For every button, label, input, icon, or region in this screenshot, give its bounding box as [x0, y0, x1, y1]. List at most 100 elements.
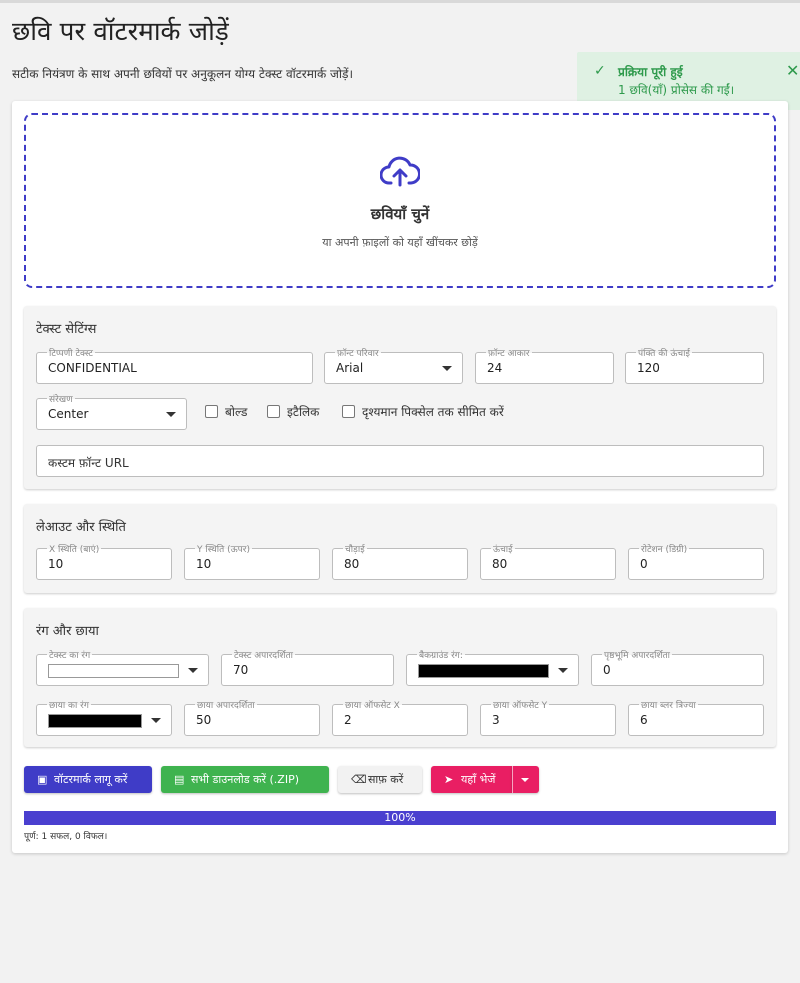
field-label: संरेखण	[47, 392, 75, 405]
page-title: छवि पर वॉटरमार्क जोड़ें	[12, 17, 229, 47]
dropzone-title: छवियाँ चुनें	[370, 205, 430, 223]
field-label: बैकग्राउंड रंग:	[417, 648, 465, 661]
x-position-field[interactable]: X स्थिति (बाएं) 10	[36, 542, 172, 580]
field-label: छाया ब्लर त्रिज्या	[639, 698, 698, 711]
button-label: यहाँ भेजें	[461, 773, 496, 786]
text-settings-section: टेक्स्ट सेटिंग्स टिप्पणी टेक्स्ट CONFIDE…	[24, 306, 776, 489]
comment-text-field[interactable]: टिप्पणी टेक्स्ट CONFIDENTIAL	[36, 346, 313, 384]
font-size-field[interactable]: फ़ॉन्ट आकार 24	[475, 346, 614, 384]
main-card: छवियाँ चुनें या अपनी फ़ाइलों को यहाँ खीं…	[12, 101, 788, 853]
download-zip-button[interactable]: ▤ सभी डाउनलोड करें (.ZIP)	[161, 766, 329, 793]
field-label: Y स्थिति (ऊपर)	[195, 542, 252, 555]
field-label: रोटेशन (डिग्री)	[639, 542, 690, 555]
chevron-down-icon	[188, 668, 198, 673]
shadow-offset-x-field[interactable]: छाया ऑफसेट X 2	[332, 698, 468, 736]
height-field[interactable]: ऊंचाई 80	[480, 542, 616, 580]
checkbox-box[interactable]	[205, 405, 218, 418]
background-opacity-field[interactable]: पृष्ठभूमि अपारदर्शिता 0	[591, 648, 764, 686]
top-border	[0, 0, 800, 3]
file-dropzone[interactable]: छवियाँ चुनें या अपनी फ़ाइलों को यहाँ खीं…	[24, 113, 776, 288]
field-label: टेक्स्ट का रंग	[47, 648, 93, 661]
field-label: टिप्पणी टेक्स्ट	[47, 346, 95, 359]
clip-checkbox[interactable]: दृश्यमान पिक्सेल तक सीमित करें	[342, 402, 522, 420]
folder-zip-icon: ▤	[174, 773, 185, 786]
chevron-down-icon	[151, 718, 161, 723]
field-label: ऊंचाई	[491, 542, 515, 555]
apply-watermark-button[interactable]: ▣ वॉटरमार्क लागू करें	[24, 766, 152, 793]
clear-button[interactable]: ⌫ साफ़ करें	[338, 766, 422, 793]
chevron-down-icon	[166, 412, 176, 417]
shadow-offset-y-field[interactable]: छाया ऑफसेट Y 3	[480, 698, 616, 736]
field-label: छाया ऑफसेट X	[343, 698, 402, 711]
y-position-field[interactable]: Y स्थिति (ऊपर) 10	[184, 542, 320, 580]
field-value: 70	[233, 663, 249, 677]
field-value: 80	[492, 557, 508, 571]
checkbox-label: दृश्यमान पिक्सेल तक सीमित करें	[362, 405, 504, 419]
font-family-select[interactable]: फ़ॉन्ट परिवार Arial	[324, 346, 463, 384]
eraser-icon: ⌫	[351, 773, 367, 786]
section-title: लेआउट और स्थिति	[36, 520, 126, 535]
alignment-select[interactable]: संरेखण Center	[36, 392, 187, 430]
send-button[interactable]: ➤ यहाँ भेजें	[431, 766, 512, 793]
field-value: 6	[640, 713, 648, 727]
field-label: X स्थिति (बाएं)	[47, 542, 102, 555]
shadow-opacity-field[interactable]: छाया अपारदर्शिता 50	[184, 698, 320, 736]
rotation-field[interactable]: रोटेशन (डिग्री) 0	[628, 542, 764, 580]
field-value: 50	[196, 713, 212, 727]
result-summary: पूर्ण: 1 सफल, 0 विफल।	[24, 832, 108, 842]
button-label: सभी डाउनलोड करें (.ZIP)	[191, 773, 300, 786]
field-label: पंक्ति की ऊंचाई	[636, 346, 692, 359]
send-menu-button[interactable]	[512, 766, 539, 793]
field-value: 0	[603, 663, 611, 677]
width-field[interactable]: चौड़ाई 80	[332, 542, 468, 580]
button-label: वॉटरमार्क लागू करें	[54, 773, 128, 786]
field-value: 24	[487, 361, 503, 375]
field-value: CONFIDENTIAL	[48, 361, 137, 375]
button-label: साफ़ करें	[368, 773, 404, 786]
checkbox-label: बोल्ड	[225, 405, 248, 419]
text-opacity-field[interactable]: टेक्स्ट अपारदर्शिता 70	[221, 648, 394, 686]
color-shadow-section: रंग और छाया टेक्स्ट का रंग टेक्स्ट अपारद…	[24, 608, 776, 747]
dropzone-subtitle: या अपनी फ़ाइलों को यहाँ खींचकर छोड़ें	[322, 236, 478, 249]
field-label: फ़ॉन्ट आकार	[486, 346, 532, 359]
field-value: 2	[344, 713, 352, 727]
field-value: Arial	[336, 361, 364, 375]
line-height-field[interactable]: पंक्ति की ऊंचाई 120	[625, 346, 764, 384]
chevron-down-icon	[558, 668, 568, 673]
checkbox-box[interactable]	[342, 405, 355, 418]
toast-message: 1 छवि(याँ) प्रोसेस की गईं।	[618, 83, 735, 97]
field-label: छाया का रंग	[47, 698, 91, 711]
image-icon: ▣	[37, 773, 48, 786]
send-icon: ➤	[444, 773, 454, 786]
close-icon[interactable]: ✕	[786, 61, 799, 80]
italic-checkbox[interactable]: इटैलिक	[267, 402, 331, 420]
color-swatch	[48, 664, 179, 678]
field-label: पृष्ठभूमि अपारदर्शिता	[602, 648, 673, 661]
page-description: सटीक नियंत्रण के साथ अपनी छवियों पर अनुक…	[12, 67, 354, 81]
field-placeholder: कस्टम फ़ॉन्ट URL	[48, 456, 129, 470]
shadow-blur-radius-field[interactable]: छाया ब्लर त्रिज्या 6	[628, 698, 764, 736]
section-title: टेक्स्ट सेटिंग्स	[36, 322, 97, 337]
chevron-down-icon	[442, 366, 452, 371]
field-value: 10	[48, 557, 64, 571]
field-value: 3	[492, 713, 500, 727]
checkbox-box[interactable]	[267, 405, 280, 418]
field-value: 120	[637, 361, 660, 375]
toast-title: प्रक्रिया पूरी हुई	[618, 65, 683, 79]
progress-label: 100%	[384, 811, 416, 824]
field-label: चौड़ाई	[343, 542, 367, 555]
field-value: 10	[196, 557, 212, 571]
background-color-picker[interactable]: बैकग्राउंड रंग:	[406, 648, 579, 686]
layout-section: लेआउट और स्थिति X स्थिति (बाएं) 10 Y स्थ…	[24, 504, 776, 593]
shadow-color-picker[interactable]: छाया का रंग	[36, 698, 172, 736]
field-label: फ़ॉन्ट परिवार	[335, 346, 381, 359]
chevron-down-icon	[521, 778, 529, 782]
color-swatch	[48, 714, 142, 728]
cloud-upload-icon	[380, 156, 420, 187]
custom-font-url-field[interactable]: कस्टम फ़ॉन्ट URL	[36, 445, 764, 477]
text-color-picker[interactable]: टेक्स्ट का रंग	[36, 648, 209, 686]
color-swatch	[418, 664, 549, 678]
field-label: छाया ऑफसेट Y	[491, 698, 550, 711]
bold-checkbox[interactable]: बोल्ड	[205, 402, 260, 420]
field-label: छाया अपारदर्शिता	[195, 698, 257, 711]
